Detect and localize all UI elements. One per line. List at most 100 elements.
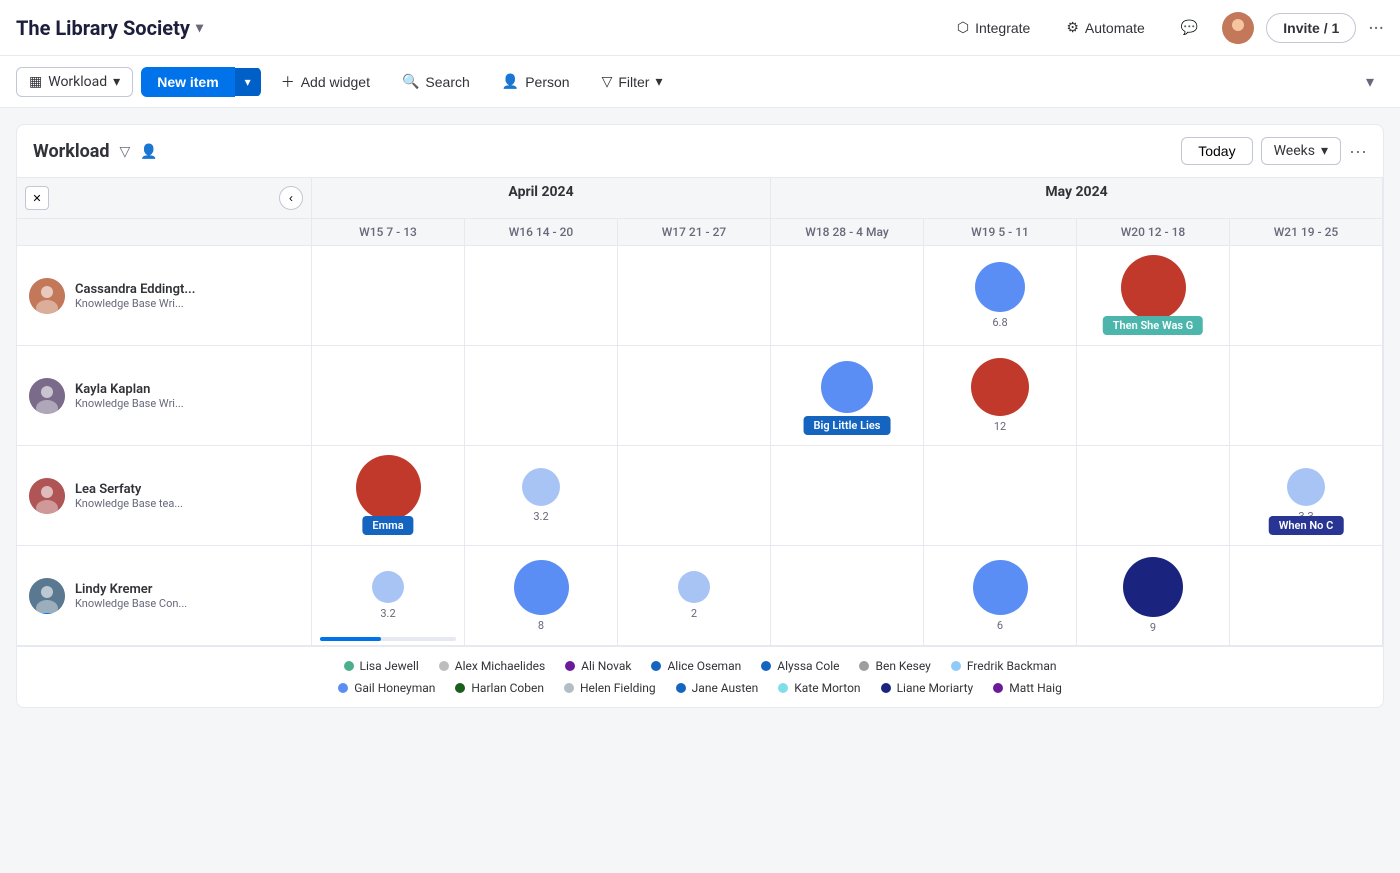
data-cell-3-3 (771, 546, 924, 646)
data-cell-0-5: 10.2Then She Was G (1077, 246, 1230, 346)
legend-dot (455, 683, 465, 693)
item-tag-2-0: Emma (362, 516, 413, 535)
today-button[interactable]: Today (1181, 137, 1252, 165)
legend-item: Alex Michaelides (439, 659, 545, 673)
progress-bar-fill (320, 637, 381, 641)
panel-person-button[interactable]: 👤 (140, 143, 157, 160)
legend-dot (859, 661, 869, 671)
toolbar: ▦ Workload ▾ New item ▾ ＋ Add widget 🔍 S… (0, 56, 1400, 108)
legend-label: Alice Oseman (667, 659, 741, 673)
filter-button[interactable]: ▽ Filter ▾ (590, 67, 675, 96)
bubble-wrapper-3-1: 8 (514, 560, 569, 632)
person-cell-2: Lea SerfatyKnowledge Base tea... (17, 446, 312, 546)
data-cell-2-0: 12.8Emma (312, 446, 465, 546)
bubble-2-0 (356, 455, 421, 520)
bubble-label-3-2: 2 (691, 607, 697, 620)
bubble-2-1 (522, 468, 560, 506)
integrate-button[interactable]: ⬡ Integrate (945, 13, 1043, 42)
legend-item: Liane Moriarty (881, 681, 974, 695)
bubble-3-2 (678, 571, 710, 603)
person-name-1: Kayla Kaplan (75, 382, 184, 397)
add-widget-label: Add widget (301, 74, 370, 90)
data-cell-2-2 (618, 446, 771, 546)
week-header-empty (17, 219, 312, 246)
automate-label: Automate (1085, 20, 1145, 36)
data-cell-1-1 (465, 346, 618, 446)
week-header-1: W16 14 - 20 (465, 219, 618, 246)
week-header-3: W18 28 - 4 May (771, 219, 924, 246)
bubble-wrapper-2-6: 3.3 (1287, 468, 1325, 523)
weeks-chevron-icon: ▾ (1321, 143, 1328, 159)
data-cell-3-4: 6 (924, 546, 1077, 646)
legend-dot (761, 661, 771, 671)
person-role-2: Knowledge Base tea... (75, 497, 183, 510)
data-cell-0-2 (618, 246, 771, 346)
data-cell-1-2 (618, 346, 771, 446)
main-content: Workload ▽ 👤 Today Weeks ▾ ··· ✕ ‹ April (0, 108, 1400, 724)
bubble-wrapper-3-2: 2 (678, 571, 710, 620)
collapse-button[interactable]: ✕ (25, 186, 49, 210)
panel-more-button[interactable]: ··· (1349, 141, 1367, 162)
week-header-5: W20 12 - 18 (1077, 219, 1230, 246)
integrate-label: Integrate (975, 20, 1030, 36)
data-cell-0-3 (771, 246, 924, 346)
bubble-2-6 (1287, 468, 1325, 506)
bubble-label-0-4: 6.8 (992, 316, 1007, 329)
integrate-icon: ⬡ (957, 19, 969, 36)
legend-item: Alice Oseman (651, 659, 741, 673)
bubble-wrapper-3-0: 3.2 (372, 571, 404, 620)
legend-dot (344, 661, 354, 671)
weeks-selector[interactable]: Weeks ▾ (1261, 137, 1341, 165)
person-role-1: Knowledge Base Wri... (75, 397, 184, 410)
app-title-text: The Library Society (16, 16, 190, 40)
april-header: April 2024 (312, 178, 771, 219)
week-header-0: W15 7 - 13 (312, 219, 465, 246)
bubble-3-5 (1123, 557, 1183, 617)
legend-dot (565, 661, 575, 671)
chat-button[interactable]: 💬 (1169, 13, 1210, 42)
automate-button[interactable]: ⚙ Automate (1054, 13, 1157, 42)
data-cell-2-1: 3.2 (465, 446, 618, 546)
search-button[interactable]: 🔍 Search (390, 67, 482, 96)
data-cell-1-0 (312, 346, 465, 446)
legend-label: Alex Michaelides (455, 659, 545, 673)
panel-filter-button[interactable]: ▽ (120, 143, 131, 160)
legend-item: Matt Haig (993, 681, 1062, 695)
data-cell-3-6 (1230, 546, 1383, 646)
bubble-label-1-4: 12 (994, 420, 1006, 433)
more-options-icon[interactable]: ··· (1368, 16, 1384, 40)
item-tag-0-5: Then She Was G (1103, 316, 1203, 335)
bubble-1-3 (821, 361, 873, 413)
view-selector[interactable]: ▦ Workload ▾ (16, 67, 133, 97)
new-item-button[interactable]: New item ▾ (141, 67, 261, 97)
bubble-0-4 (975, 262, 1025, 312)
person-button[interactable]: 👤 Person (490, 67, 582, 96)
new-item-dropdown-button[interactable]: ▾ (235, 68, 261, 96)
data-cell-0-1 (465, 246, 618, 346)
person-role-3: Knowledge Base Con... (75, 597, 187, 610)
new-item-main-button[interactable]: New item (141, 67, 234, 97)
person-avatar-3 (29, 578, 65, 614)
person-row-2: Lea SerfatyKnowledge Base tea...12.8Emma… (17, 446, 1383, 546)
nav-back-button[interactable]: ‹ (279, 186, 303, 210)
bubble-wrapper-2-1: 3.2 (522, 468, 560, 523)
filter-icon: ▽ (602, 73, 613, 90)
legend-item: Kate Morton (778, 681, 860, 695)
panel-title-area: Workload ▽ 👤 (33, 141, 158, 162)
add-widget-button[interactable]: ＋ Add widget (269, 66, 382, 98)
week-header-6: W21 19 - 25 (1230, 219, 1383, 246)
legend-item: Jane Austen (676, 681, 759, 695)
bubble-wrapper-3-4: 6 (973, 560, 1028, 632)
bubble-wrapper-1-4: 12 (971, 358, 1029, 433)
user-avatar[interactable] (1222, 12, 1254, 44)
legend-item: Fredrik Backman (951, 659, 1057, 673)
grid-corner-cell: ✕ ‹ (17, 178, 312, 219)
legend-dot (439, 661, 449, 671)
app-title-chevron[interactable]: ▾ (196, 20, 203, 36)
person-name-0: Cassandra Eddingt... (75, 282, 195, 297)
expand-button[interactable]: ▾ (1356, 66, 1384, 98)
data-cell-2-4 (924, 446, 1077, 546)
legend-label: Liane Moriarty (897, 681, 974, 695)
week-header-4: W19 5 - 11 (924, 219, 1077, 246)
invite-button[interactable]: Invite / 1 (1266, 13, 1356, 43)
